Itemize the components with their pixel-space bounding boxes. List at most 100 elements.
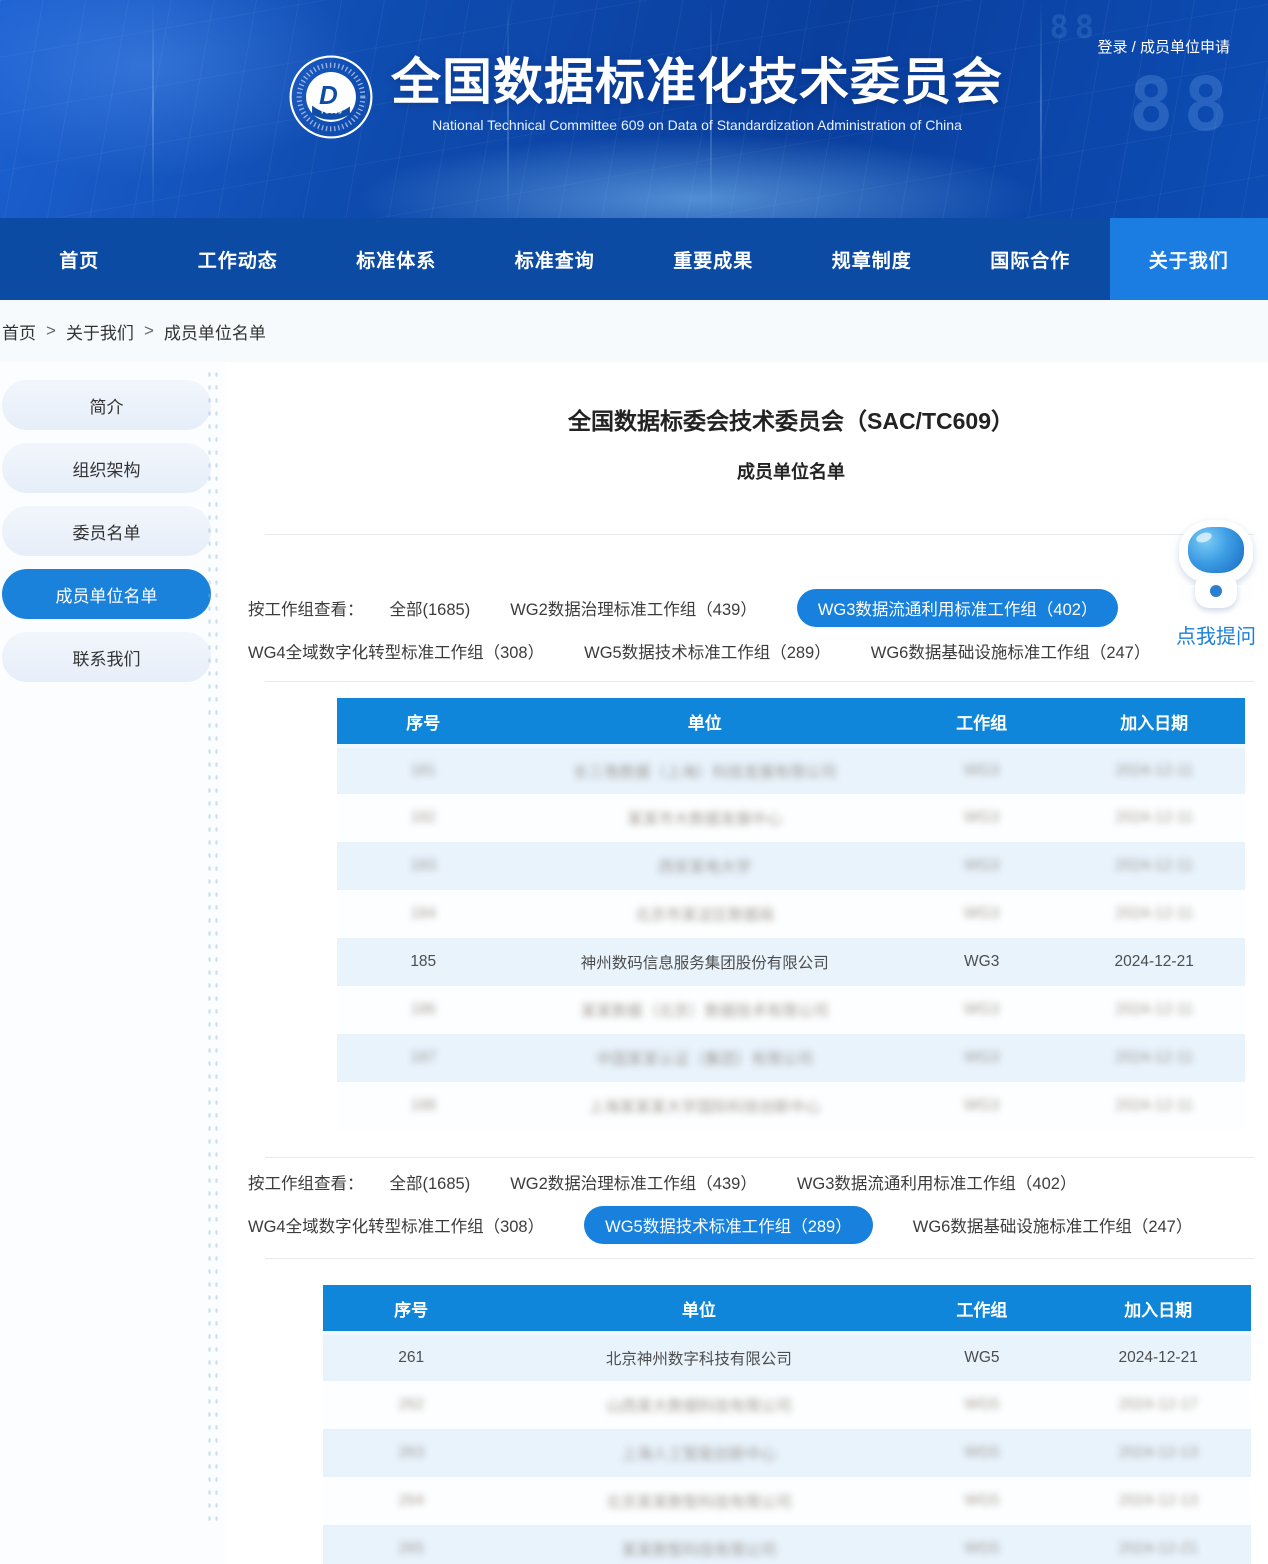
member-workgroup: WG3 xyxy=(964,809,999,827)
member-unit: 上海某某某大学国际科技创新中心 xyxy=(588,1095,821,1117)
nav-item[interactable]: 工作动态 xyxy=(159,218,318,300)
table-row: 184北京市某淀区数据局WG32024-12-11 xyxy=(337,890,1245,938)
column-header: 工作组 xyxy=(898,1285,1065,1333)
member-workgroup: WG5 xyxy=(964,1349,999,1367)
robot-body xyxy=(1195,576,1237,608)
member-workgroup: WG3 xyxy=(964,857,999,875)
member-no: 183 xyxy=(410,857,436,875)
workgroup-filter[interactable]: WG4全域数字化转型标准工作组（308） xyxy=(248,639,544,663)
member-no: 261 xyxy=(398,1349,424,1367)
banner-digits-decoration: 88 xyxy=(1129,62,1238,148)
banner-streak xyxy=(152,0,154,218)
member-unit: 山西某大数据科技有限公司 xyxy=(606,1394,792,1416)
filter-row: WG4全域数字化转型标准工作组（308） WG5数据技术标准工作组（289） WG6… xyxy=(248,639,1268,663)
member-unit: 北京某某数智科技有限公司 xyxy=(606,1490,792,1512)
member-join-date: 2024-12-11 xyxy=(1115,1049,1193,1067)
workgroup-filter[interactable]: WG2数据治理标准工作组（439） xyxy=(510,1170,757,1194)
member-workgroup: WG5 xyxy=(964,1540,999,1558)
table-row: 185神州数码信息服务集团股份有限公司WG32024-12-21 xyxy=(337,938,1245,986)
filter-group-label: 按工作组查看： xyxy=(248,1170,364,1194)
workgroup-filter[interactable]: WG6数据基础设施标准工作组（247） xyxy=(913,1213,1193,1237)
member-unit: 某某数据（北京）数据技术有限公司 xyxy=(581,999,829,1021)
member-no: 188 xyxy=(410,1097,436,1115)
sidebar-item[interactable]: 组织架构 xyxy=(2,443,211,493)
site-title-en: National Technical Committee 609 on Data… xyxy=(391,117,1003,133)
sidebar-item[interactable]: 委员名单 xyxy=(2,506,211,556)
divider xyxy=(265,1258,1254,1259)
login-member-apply-link[interactable]: 登录 / 成员单位申请 xyxy=(1097,36,1230,57)
member-workgroup: WG5 xyxy=(964,1444,999,1462)
table-header-row: 序号单位工作组加入日期 xyxy=(323,1285,1251,1333)
member-no: 185 xyxy=(410,953,436,971)
divider xyxy=(265,681,1254,682)
workgroup-filter[interactable]: WG4全域数字化转型标准工作组（308） xyxy=(248,1213,544,1237)
workgroup-filter[interactable]: WG3数据流通利用标准工作组（402） xyxy=(797,589,1119,627)
workgroup-filter[interactable]: WG5数据技术标准工作组（289） xyxy=(584,1206,873,1244)
sidebar-menu: 简介组织架构委员名单成员单位名单联系我们 xyxy=(0,362,225,682)
tc609-logo: D TC609 xyxy=(288,54,374,140)
member-join-date: 2024-12-13 xyxy=(1119,1492,1198,1510)
member-unit: 某某市大数据发展中心 xyxy=(627,807,782,829)
page-header: 全国数据标委会技术委员会（SAC/TC609） 成员单位名单 xyxy=(337,362,1245,484)
workgroup-filter-bar: 按工作组查看：全部(1685)WG2数据治理标准工作组（439）WG3数据流通利… xyxy=(248,589,1268,663)
column-header: 工作组 xyxy=(900,698,1063,746)
member-table-wg3: 序号单位工作组加入日期181长三角数据（上海）科技发展有限公司WG32024-1… xyxy=(337,698,1245,1130)
member-join-date: 2024-12-11 xyxy=(1115,905,1193,923)
page-subtitle: 成员单位名单 xyxy=(337,458,1245,484)
workgroup-filter[interactable]: WG3数据流通利用标准工作组（402） xyxy=(797,1170,1077,1194)
breadcrumb-item[interactable]: 关于我们 xyxy=(66,319,134,344)
member-workgroup: WG3 xyxy=(964,762,999,780)
nav-item[interactable]: 关于我们 xyxy=(1110,218,1268,300)
breadcrumb-item[interactable]: 成员单位名单 xyxy=(164,319,266,344)
workgroup-filter[interactable]: WG6数据基础设施标准工作组（247） xyxy=(871,639,1151,663)
table-row: 187中国某某认证（集团）有限公司WG32024-12-11 xyxy=(337,1034,1245,1082)
member-no: 262 xyxy=(398,1396,424,1414)
member-join-date: 2024-12-11 xyxy=(1115,1001,1193,1019)
member-no: 264 xyxy=(398,1492,424,1510)
nav-item[interactable]: 标准查询 xyxy=(476,218,635,300)
member-join-date: 2024-12-21 xyxy=(1115,953,1194,971)
member-no: 181 xyxy=(410,762,436,780)
page-title: 全国数据标委会技术委员会（SAC/TC609） xyxy=(337,402,1245,436)
workgroup-filter[interactable]: 全部(1685) xyxy=(390,596,471,620)
banner-digits-decoration: 88 xyxy=(1049,8,1100,46)
sidebar-item[interactable]: 简介 xyxy=(2,380,211,430)
nav-item[interactable]: 首页 xyxy=(0,218,159,300)
member-workgroup: WG5 xyxy=(964,1492,999,1510)
table-row: 183 西安某电大学 WG3 2024-12-11 xyxy=(337,842,1245,890)
member-unit: 西安某电大学 xyxy=(658,855,751,877)
member-no: 265 xyxy=(398,1540,424,1558)
member-no: 182 xyxy=(410,809,436,827)
assistant-label[interactable]: 点我提问 xyxy=(1168,620,1264,649)
site-title: 全国数据标准化技术委员会 xyxy=(391,54,1003,112)
nav-item[interactable]: 重要成果 xyxy=(634,218,793,300)
member-workgroup: WG3 xyxy=(964,1097,999,1115)
member-workgroup: WG5 xyxy=(964,1396,999,1414)
member-join-date: 2024-12-11 xyxy=(1115,762,1193,780)
member-table-wg5: 序号单位工作组加入日期261北京神州数字科技有限公司WG52024-12-212… xyxy=(323,1285,1251,1564)
nav-item[interactable]: 规章制度 xyxy=(793,218,952,300)
column-header: 序号 xyxy=(337,698,510,746)
workgroup-filter[interactable]: 全部(1685) xyxy=(390,1170,471,1194)
breadcrumb-item[interactable]: 首页 xyxy=(2,319,36,344)
member-no: 263 xyxy=(398,1444,424,1462)
member-workgroup: WG3 xyxy=(964,1001,999,1019)
workgroup-filter[interactable]: WG2数据治理标准工作组（439） xyxy=(510,596,757,620)
assistant-widget[interactable]: 点我提问 xyxy=(1168,520,1264,649)
filter-row: WG4全域数字化转型标准工作组（308） WG5数据技术标准工作组（289） WG6… xyxy=(248,1206,1268,1244)
nav-item[interactable]: 国际合作 xyxy=(951,218,1110,300)
workgroup-filter[interactable]: WG5数据技术标准工作组（289） xyxy=(584,639,831,663)
member-join-date: 2024-12-11 xyxy=(1115,809,1193,827)
divider xyxy=(265,534,1254,535)
table-header-row: 序号单位工作组加入日期 xyxy=(337,698,1245,746)
sidebar-item[interactable]: 成员单位名单 xyxy=(2,569,211,619)
member-join-date: 2024-12-13 xyxy=(1119,1444,1198,1462)
column-header: 加入日期 xyxy=(1063,698,1245,746)
member-join-date: 2024-12-21 xyxy=(1119,1540,1198,1558)
sidebar-item[interactable]: 联系我们 xyxy=(2,632,211,682)
member-join-date: 2024-12-11 xyxy=(1115,857,1193,875)
member-no: 186 xyxy=(410,1001,436,1019)
nav-item[interactable]: 标准体系 xyxy=(317,218,476,300)
robot-face xyxy=(1188,527,1244,573)
member-unit: 中国某某认证（集团）有限公司 xyxy=(596,1047,813,1069)
